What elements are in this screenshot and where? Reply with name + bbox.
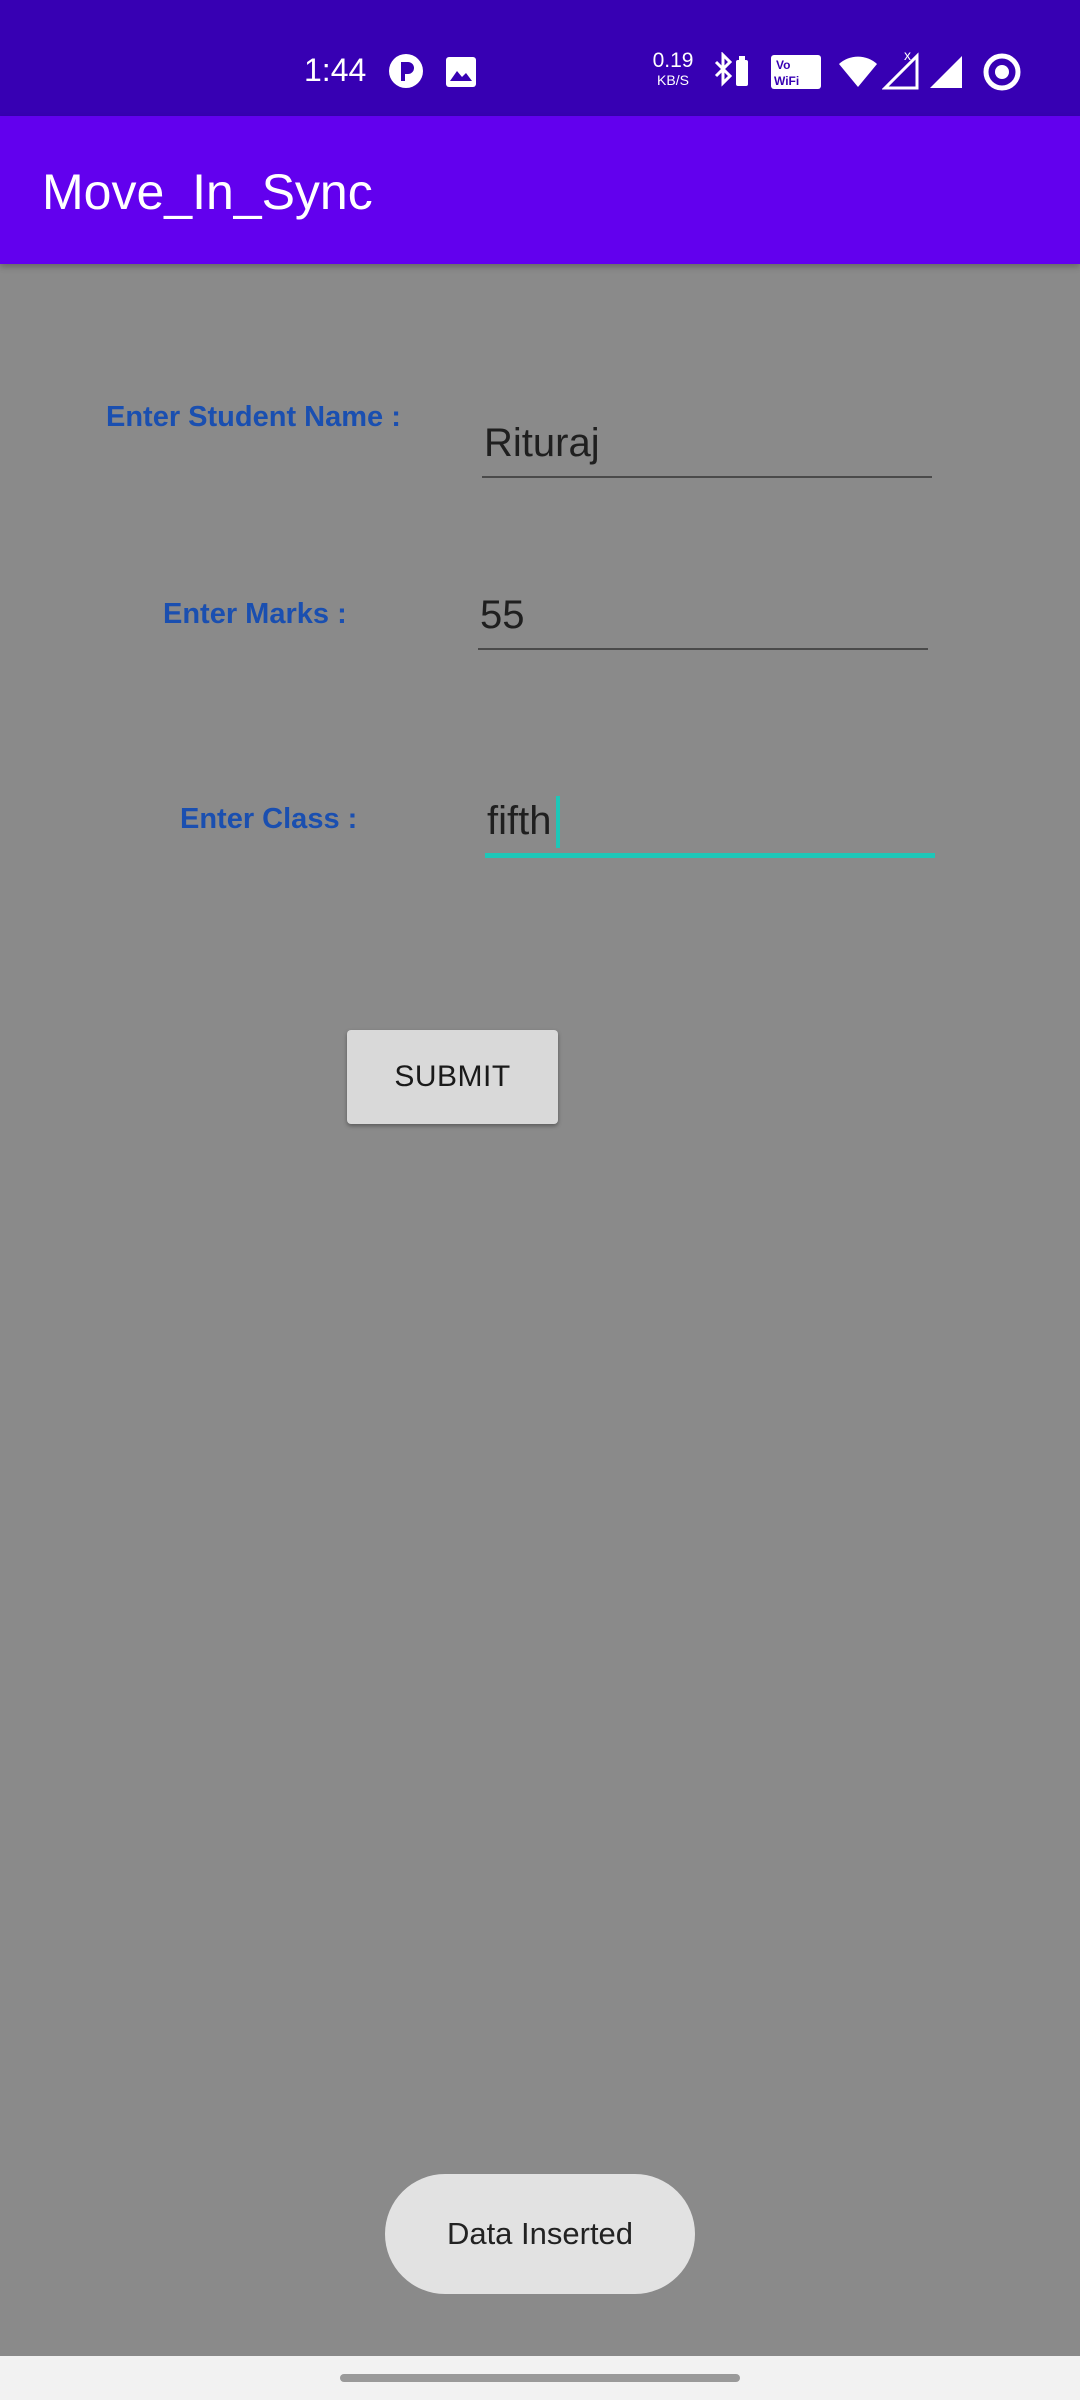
navigation-bar (0, 2356, 1080, 2400)
status-bar: 1:44 0.19 KB/S Vo WiFi x (0, 0, 1080, 116)
class-input[interactable] (485, 790, 935, 858)
svg-text:WiFi: WiFi (774, 74, 799, 88)
toast-text: Data Inserted (446, 2216, 634, 2251)
net-speed-unit: KB/S (657, 72, 689, 88)
toast-message: Data Inserted (385, 2174, 695, 2294)
submit-button[interactable]: SUBMIT (347, 1030, 558, 1124)
signal-x-icon: x (882, 48, 919, 90)
bluetooth-battery-icon (714, 52, 748, 87)
student-name-input[interactable] (482, 410, 932, 478)
sync-ring-icon (983, 53, 1021, 91)
status-time: 1:44 (304, 52, 367, 88)
gallery-icon (446, 57, 476, 87)
student-name-label: Enter Student Name : (106, 401, 401, 433)
net-speed-value: 0.19 (652, 49, 694, 72)
home-indicator[interactable] (340, 2374, 740, 2382)
text-cursor (556, 796, 560, 848)
app-bar: Move_In_Sync (0, 116, 1080, 264)
svg-text:x: x (904, 48, 911, 63)
marks-input[interactable] (478, 582, 928, 650)
marks-label: Enter Marks : (163, 598, 347, 630)
app-title: Move_In_Sync (42, 164, 373, 220)
net-speed: 0.19 KB/S (648, 50, 698, 87)
vowifi-icon: Vo WiFi (771, 55, 821, 89)
class-label: Enter Class : (180, 803, 358, 835)
svg-text:Vo: Vo (776, 58, 790, 72)
signal-icon (930, 56, 962, 88)
notification-p-icon (389, 54, 423, 88)
wifi-icon (839, 56, 877, 87)
